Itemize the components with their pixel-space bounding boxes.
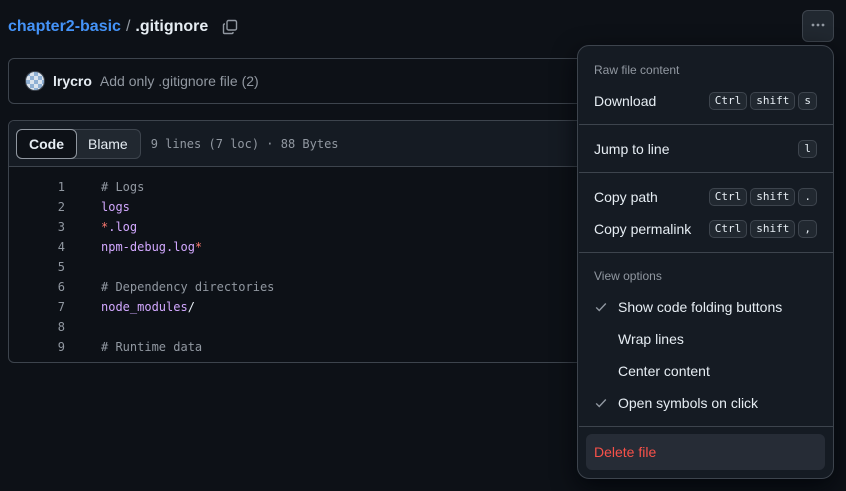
line-number[interactable]: 3: [9, 220, 65, 234]
token-entity: npm-debug.log: [101, 240, 195, 254]
code-line: 7 node_modules/: [9, 297, 607, 317]
keyboard-shortcut: Ctrl shift s: [708, 92, 817, 110]
breadcrumb-separator: /: [125, 18, 131, 35]
keyboard-shortcut: l: [798, 140, 817, 158]
file-meta: 9 lines (7 loc) · 88 Bytes: [150, 136, 339, 151]
code-line: 1 # Logs: [9, 177, 607, 197]
line-number[interactable]: 9: [9, 340, 65, 354]
view-toggle: Code Blame: [16, 128, 141, 159]
file-actions-menu: Raw file content Download Ctrl shift s J…: [577, 45, 834, 479]
tab-blame[interactable]: Blame: [76, 130, 140, 158]
menu-divider: [579, 426, 834, 427]
menu-item-label: Download: [594, 93, 657, 109]
kbd-key: Ctrl: [708, 92, 748, 110]
code-line: 3 *.log: [9, 217, 607, 237]
code-line: 2 logs: [9, 197, 607, 217]
commit-message[interactable]: Add only .gitignore file (2): [100, 73, 259, 89]
menu-item-open-symbols[interactable]: Open symbols on click: [586, 388, 825, 418]
menu-item-center-content[interactable]: Center content: [586, 356, 825, 386]
line-number[interactable]: 7: [9, 300, 65, 314]
file-header: Code Blame 9 lines (7 loc) · 88 Bytes: [9, 121, 607, 167]
more-options-button[interactable]: [802, 10, 834, 42]
line-number[interactable]: 4: [9, 240, 65, 254]
menu-item-label: Center content: [618, 363, 710, 379]
line-number[interactable]: 6: [9, 280, 65, 294]
kbd-key: .: [798, 188, 817, 206]
menu-item-copy-permalink[interactable]: Copy permalink Ctrl shift ,: [586, 214, 825, 244]
menu-item-download[interactable]: Download Ctrl shift s: [586, 86, 825, 116]
menu-divider: [579, 172, 834, 173]
avatar[interactable]: [25, 71, 45, 91]
line-number[interactable]: 2: [9, 200, 65, 214]
keyboard-shortcut: Ctrl shift .: [708, 188, 817, 206]
kbd-key: shift: [750, 92, 796, 110]
line-content: logs: [101, 200, 130, 214]
menu-item-code-folding[interactable]: Show code folding buttons: [586, 292, 825, 322]
kbd-key: ,: [798, 220, 817, 238]
kebab-horizontal-icon: [810, 17, 826, 36]
menu-item-delete-file[interactable]: Delete file: [586, 434, 825, 470]
menu-item-jump-to-line[interactable]: Jump to line l: [586, 134, 825, 164]
latest-commit-bar: lrycro Add only .gitignore file (2): [8, 58, 608, 104]
line-number[interactable]: 8: [9, 320, 65, 334]
menu-item-label: Copy path: [594, 189, 658, 205]
copy-icon[interactable]: [222, 19, 238, 35]
menu-item-wrap-lines[interactable]: Wrap lines: [586, 324, 825, 354]
breadcrumb-file-name: .gitignore: [135, 18, 209, 35]
file-viewer: Code Blame 9 lines (7 loc) · 88 Bytes 1 …: [8, 120, 608, 363]
code-line: 5: [9, 257, 607, 277]
menu-item-label: Open symbols on click: [618, 395, 759, 411]
line-content: npm-debug.log*: [101, 240, 202, 254]
kbd-key: Ctrl: [708, 220, 748, 238]
menu-item-label: Show code folding buttons: [618, 299, 783, 315]
line-content: node_modules/: [101, 300, 195, 314]
kbd-key: shift: [750, 188, 796, 206]
code-block[interactable]: 1 # Logs 2 logs 3 *.log 4 npm-debug.log*…: [9, 167, 607, 357]
code-line: 6 # Dependency directories: [9, 277, 607, 297]
menu-divider: [579, 124, 834, 125]
kbd-key: Ctrl: [708, 188, 748, 206]
menu-group-raw-title: Raw file content: [594, 63, 680, 77]
keyboard-shortcut: Ctrl shift ,: [708, 220, 817, 238]
menu-item-label: Copy permalink: [594, 221, 692, 237]
line-content: *.log: [101, 220, 137, 234]
commit-author[interactable]: lrycro: [53, 73, 92, 89]
menu-item-label: Delete file: [594, 444, 657, 460]
token-operator: *: [194, 240, 203, 254]
menu-item-label: Jump to line: [594, 141, 670, 157]
check-icon: [594, 396, 610, 410]
menu-divider: [579, 252, 834, 253]
code-line: 4 npm-debug.log*: [9, 237, 607, 257]
menu-item-copy-path[interactable]: Copy path Ctrl shift .: [586, 182, 825, 212]
line-number[interactable]: 5: [9, 260, 65, 274]
code-line: 9 # Runtime data: [9, 337, 607, 357]
token-plain: /: [187, 300, 195, 314]
line-number[interactable]: 1: [9, 180, 65, 194]
menu-group-view-title: View options: [594, 269, 662, 283]
token-entity: .log: [108, 220, 138, 234]
menu-item-label: Wrap lines: [618, 331, 684, 347]
line-content: # Logs: [101, 180, 145, 194]
code-line: 8: [9, 317, 607, 337]
breadcrumb: chapter2-basic / .gitignore: [8, 16, 238, 38]
kbd-key: shift: [750, 220, 796, 238]
check-icon: [594, 300, 610, 314]
kbd-key: s: [798, 92, 817, 110]
breadcrumb-repo-link[interactable]: chapter2-basic: [8, 18, 121, 36]
tab-code[interactable]: Code: [16, 128, 77, 159]
token-entity: node_modules: [101, 300, 188, 314]
kbd-key: l: [798, 140, 817, 158]
line-content: # Dependency directories: [101, 280, 275, 294]
line-content: # Runtime data: [101, 340, 203, 354]
